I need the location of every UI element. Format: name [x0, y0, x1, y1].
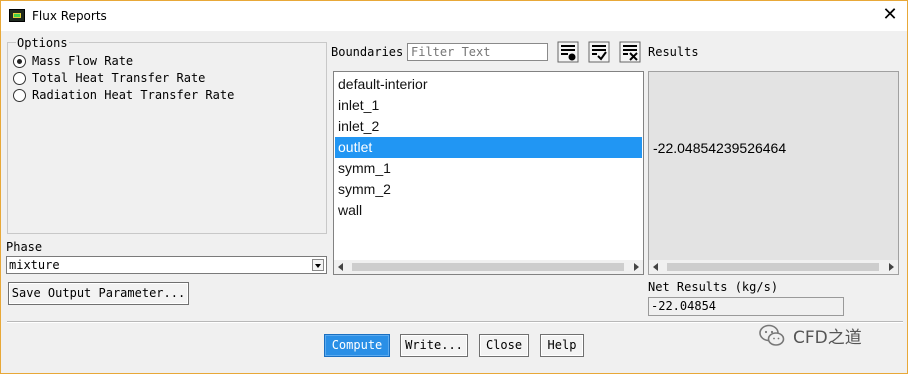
- net-results-label: Net Results (kg/s): [648, 280, 779, 294]
- results-scrollbar[interactable]: [649, 260, 898, 274]
- results-value: -22.04854239526464: [653, 140, 787, 156]
- filter-text-input[interactable]: [407, 43, 548, 61]
- phase-label: Phase: [6, 240, 43, 254]
- scroll-right-icon[interactable]: [634, 263, 639, 271]
- flux-reports-dialog: Flux Reports ✕ Options Mass Flow Rate To…: [0, 0, 908, 374]
- boundaries-list[interactable]: default-interior inlet_1 inlet_2 outlet …: [333, 71, 644, 275]
- radio-mass-flow-rate[interactable]: Mass Flow Rate: [13, 53, 133, 69]
- phase-select[interactable]: mixture: [6, 256, 327, 274]
- close-icon[interactable]: ✕: [877, 3, 903, 27]
- radio-label: Total Heat Transfer Rate: [32, 71, 206, 85]
- watermark-text: CFD之道: [793, 328, 862, 348]
- radio-button-icon[interactable]: [13, 71, 26, 85]
- boundaries-label: Boundaries: [331, 45, 404, 59]
- list-item[interactable]: default-interior: [335, 74, 642, 95]
- net-results-field: -22.04854: [648, 297, 844, 316]
- radio-label: Mass Flow Rate: [32, 54, 134, 68]
- scroll-left-icon[interactable]: [653, 263, 658, 271]
- scroll-left-icon[interactable]: [338, 263, 343, 271]
- radio-button-icon[interactable]: [13, 88, 26, 102]
- write-button[interactable]: Write...: [400, 334, 468, 357]
- list-item[interactable]: inlet_2: [335, 116, 642, 137]
- compute-button[interactable]: Compute: [324, 334, 390, 357]
- watermark: CFD之道: [759, 323, 862, 348]
- radio-total-heat-transfer-rate[interactable]: Total Heat Transfer Rate: [13, 70, 205, 86]
- boundaries-scrollbar[interactable]: [334, 260, 643, 274]
- wechat-icon: [759, 324, 785, 346]
- list-item[interactable]: inlet_1: [335, 95, 642, 116]
- scroll-right-icon[interactable]: [889, 263, 894, 271]
- window-title: Flux Reports: [32, 9, 107, 23]
- radio-label: Radiation Heat Transfer Rate: [32, 88, 235, 102]
- list-item[interactable]: symm_1: [335, 158, 642, 179]
- help-button[interactable]: Help: [540, 334, 584, 357]
- check-list-icon[interactable]: [588, 41, 610, 63]
- results-label: Results: [648, 45, 699, 59]
- title-bar: Flux Reports ✕: [1, 1, 907, 31]
- options-legend: Options: [16, 36, 69, 50]
- scroll-thumb[interactable]: [352, 263, 624, 271]
- list-item-selected[interactable]: outlet: [335, 137, 642, 158]
- fluent-app-icon: [9, 9, 25, 22]
- chevron-down-icon[interactable]: [312, 259, 324, 271]
- deselect-all-icon[interactable]: [619, 41, 641, 63]
- radio-radiation-heat-transfer-rate[interactable]: Radiation Heat Transfer Rate: [13, 87, 234, 103]
- select-all-icon[interactable]: [557, 41, 579, 63]
- phase-value: mixture: [9, 258, 60, 272]
- close-button[interactable]: Close: [479, 334, 529, 357]
- list-item[interactable]: wall: [335, 200, 642, 221]
- scroll-thumb[interactable]: [667, 263, 879, 271]
- results-box: -22.04854239526464: [648, 71, 899, 275]
- radio-button-icon[interactable]: [13, 54, 26, 68]
- list-item[interactable]: symm_2: [335, 179, 642, 200]
- save-output-parameter-button[interactable]: Save Output Parameter...: [8, 282, 189, 305]
